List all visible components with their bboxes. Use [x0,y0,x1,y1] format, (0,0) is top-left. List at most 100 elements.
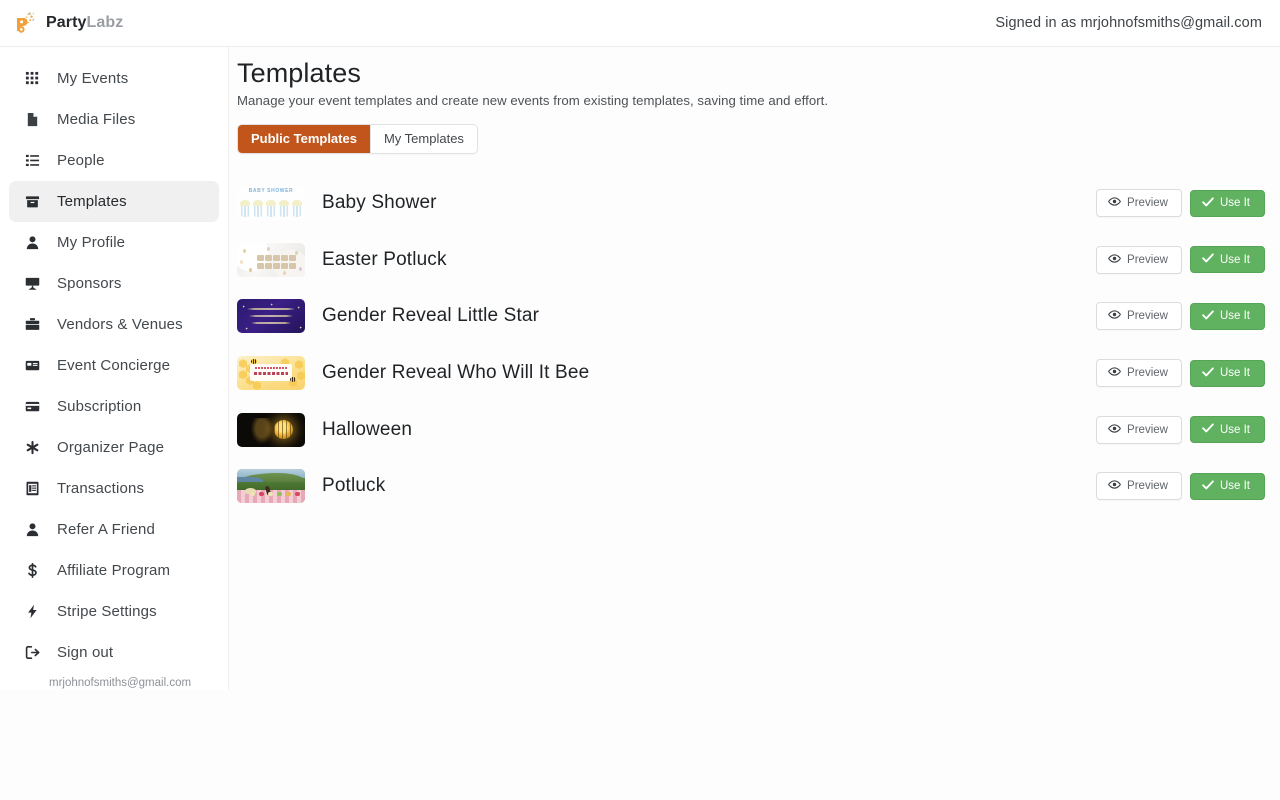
use-it-button-label: Use It [1219,367,1250,380]
use-it-button[interactable]: Use It [1189,472,1265,500]
check-icon [1202,479,1214,494]
sidebar-item-label: Templates [57,193,127,210]
top-bar: PartyLabz Signed in as mrjohnofsmiths@gm… [0,0,1280,47]
user-icon [22,235,43,250]
receipt-icon [22,481,43,496]
sidebar-item-media-files[interactable]: Media Files [9,99,219,140]
template-row: BABY SHOWER Baby Shower Preview Use It [229,175,1280,232]
bolt-icon [22,604,43,619]
template-name: Easter Potluck [322,248,447,270]
sidebar-item-label: My Events [57,70,129,87]
sidebar-item-templates[interactable]: Templates [9,181,219,222]
sidebar-item-label: My Profile [57,234,126,251]
eye-icon [1108,478,1122,494]
template-thumbnail: ✦ ✦ ✦ ✦ ✦ [237,299,305,334]
partylabz-logo-icon [12,10,38,36]
use-it-button-label: Use It [1219,310,1250,323]
preview-button-label: Preview [1127,367,1168,380]
asterisk-icon [22,440,43,455]
preview-button[interactable]: Preview [1096,189,1182,218]
check-icon [1202,252,1214,267]
main-content: Templates Manage your event templates an… [229,47,1280,800]
grid-icon [22,71,43,86]
sidebar-item-event-concierge[interactable]: Event Concierge [9,345,219,386]
sidebar-item-refer-a-friend[interactable]: Refer A Friend [9,509,219,550]
template-name: Baby Shower [322,192,437,214]
use-it-button-label: Use It [1219,480,1250,493]
sidebar-item-subscription[interactable]: Subscription [9,386,219,427]
sidebar-item-stripe-settings[interactable]: Stripe Settings [9,591,219,632]
template-row-actions: Preview Use It [1096,245,1265,274]
template-row: ✦ ✦ ✦ ✦ ✦ Gender Reveal Little Star Preview Use… [229,288,1280,345]
sidebar: My Events Media Files People Templates My Pr… [0,47,229,690]
template-row-actions: Preview Use It [1096,359,1265,388]
preview-button-label: Preview [1127,197,1168,210]
briefcase-icon [22,317,43,332]
template-row-actions: Preview Use It [1096,302,1265,331]
eye-icon [1108,195,1122,211]
eye-icon [1108,308,1122,324]
preview-button[interactable]: Preview [1096,245,1182,274]
check-icon [1202,309,1214,324]
use-it-button[interactable]: Use It [1189,359,1265,387]
sidebar-item-label: Stripe Settings [57,603,157,620]
sidebar-item-people[interactable]: People [9,140,219,181]
sidebar-item-organizer-page[interactable]: Organizer Page [9,427,219,468]
template-name: Potluck [322,475,386,497]
use-it-button[interactable]: Use It [1189,189,1265,217]
use-it-button[interactable]: Use It [1189,246,1265,274]
use-it-button[interactable]: Use It [1189,416,1265,444]
template-scope-tabs: Public Templates My Templates [237,124,478,154]
brand-name-secondary: Labz [86,14,124,31]
use-it-button[interactable]: Use It [1189,302,1265,330]
archive-icon [22,194,43,209]
sidebar-item-label: Sign out [57,644,114,661]
file-icon [22,112,43,127]
sidebar-item-affiliate-program[interactable]: Affiliate Program [9,550,219,591]
tab-public-templates[interactable]: Public Templates [238,125,370,153]
list-icon [22,153,43,168]
preview-button-label: Preview [1127,253,1168,266]
brand-name: PartyLabz [46,14,123,32]
template-row-actions: Preview Use It [1096,415,1265,444]
preview-button[interactable]: Preview [1096,302,1182,331]
brand-name-primary: Party [46,14,87,31]
template-thumbnail [237,469,305,504]
sidebar-account-email: mrjohnofsmiths@gmail.com [49,677,192,689]
card-icon [22,358,43,373]
dollar-icon [22,563,43,578]
template-name: Halloween [322,418,413,440]
sidebar-item-my-profile[interactable]: My Profile [9,222,219,263]
sidebar-item-label: Event Concierge [57,357,171,374]
template-thumbnail [237,242,305,277]
sidebar-item-label: Organizer Page [57,439,165,456]
sidebar-item-label: People [57,152,105,169]
template-name: Gender Reveal Little Star [322,305,540,327]
use-it-button-label: Use It [1219,423,1250,436]
sidebar-item-label: Refer A Friend [57,521,155,538]
preview-button[interactable]: Preview [1096,472,1182,501]
page-subtitle: Manage your event templates and create n… [237,93,829,108]
sidebar-item-my-events[interactable]: My Events [9,58,219,99]
sidebar-item-vendors-venues[interactable]: Vendors & Venues [9,304,219,345]
template-row: Halloween Preview Use It [229,401,1280,458]
sidebar-item-transactions[interactable]: Transactions [9,468,219,509]
sidebar-item-sponsors[interactable]: Sponsors [9,263,219,304]
brand-logo-group[interactable]: PartyLabz [0,10,123,36]
template-thumbnail: BABY SHOWER [237,186,305,221]
preview-button[interactable]: Preview [1096,359,1182,388]
user-icon [22,522,43,537]
eye-icon [1108,422,1122,438]
preview-button[interactable]: Preview [1096,415,1182,444]
sidebar-item-label: Affiliate Program [57,562,171,579]
template-name: Gender Reveal Who Will It Bee [322,362,590,384]
tab-my-templates[interactable]: My Templates [369,125,477,153]
template-row: Easter Potluck Preview Use It [229,232,1280,289]
sidebar-item-label: Sponsors [57,275,122,292]
sidebar-item-label: Transactions [57,480,145,497]
check-icon [1202,366,1214,381]
sidebar-item-sign-out[interactable]: Sign out [9,632,219,673]
template-row-actions: Preview Use It [1096,189,1265,218]
eye-icon [1108,365,1122,381]
check-icon [1202,196,1214,211]
